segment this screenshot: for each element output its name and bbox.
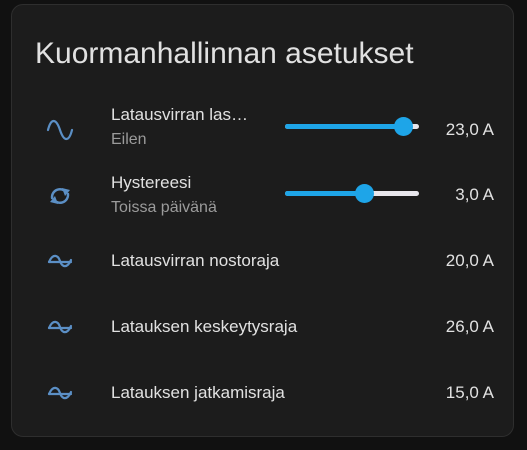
entity-row-hysteresis[interactable]: Hystereesi Toissa päivänä 3,0 A bbox=[12, 167, 515, 223]
tilde-wave-icon bbox=[43, 310, 77, 344]
swap-arrows-icon bbox=[43, 179, 77, 213]
entity-name: Hystereesi bbox=[111, 173, 192, 192]
entity-slider[interactable] bbox=[285, 184, 419, 204]
entity-row-current-raise-limit[interactable]: Latausvirran nostoraja 20,0 A bbox=[12, 233, 515, 289]
entity-slider[interactable] bbox=[285, 117, 419, 137]
tilde-wave-icon bbox=[43, 244, 77, 278]
slider-fill bbox=[285, 124, 403, 129]
entity-name: Latausvirran las… bbox=[111, 105, 249, 124]
entity-last-changed: Eilen bbox=[111, 131, 147, 148]
slider-thumb[interactable] bbox=[355, 184, 375, 203]
entity-value: 15,0 A bbox=[445, 383, 494, 402]
entity-value: 23,0 A bbox=[445, 120, 494, 139]
entity-value: 20,0 A bbox=[445, 251, 494, 270]
entity-name: Latausvirran nostoraja bbox=[111, 251, 280, 270]
slider-thumb[interactable] bbox=[393, 117, 413, 136]
entity-name: Latauksen jatkamisraja bbox=[111, 383, 285, 402]
entity-last-changed: Toissa päivänä bbox=[111, 199, 217, 216]
entity-value: 26,0 A bbox=[445, 317, 494, 336]
settings-card: Kuormanhallinnan asetukset Latausvirran … bbox=[11, 4, 514, 437]
entity-row-charging-pause-limit[interactable]: Latauksen keskeytysraja 26,0 A bbox=[12, 299, 515, 355]
sine-wave-icon bbox=[43, 113, 77, 147]
entity-name: Latauksen keskeytysraja bbox=[111, 317, 298, 336]
slider-fill bbox=[285, 191, 365, 196]
entity-row-charging-current-calc[interactable]: Latausvirran las… Eilen 23,0 A bbox=[12, 101, 515, 157]
entity-row-charging-resume-limit[interactable]: Latauksen jatkamisraja 15,0 A bbox=[12, 365, 515, 421]
card-title: Kuormanhallinnan asetukset bbox=[35, 37, 414, 70]
tilde-wave-icon bbox=[43, 376, 77, 410]
entity-value: 3,0 A bbox=[455, 185, 494, 204]
